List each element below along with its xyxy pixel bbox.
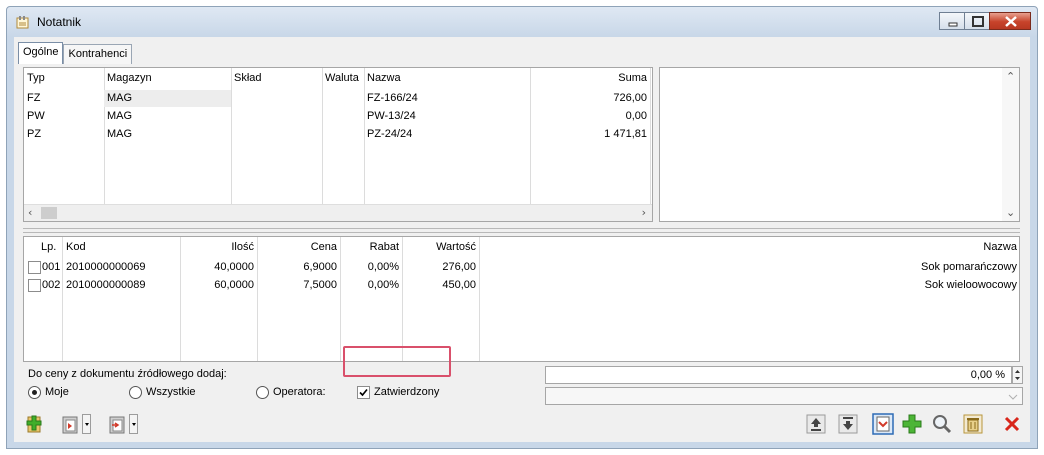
move-up-icon[interactable] xyxy=(806,414,826,434)
row-nazwa: FZ-166/24 xyxy=(367,92,418,104)
import-document-icon[interactable] xyxy=(107,414,127,434)
row-ilosc: 40,0000 xyxy=(214,261,254,273)
row-magazyn: MAG xyxy=(107,110,133,122)
import-dropdown-arrow[interactable] xyxy=(129,414,138,434)
row-nazwa: Sok pomarańczowy xyxy=(921,261,1017,273)
move-down-icon[interactable] xyxy=(838,414,858,434)
row-suma: 1 471,81 xyxy=(604,128,647,140)
scroll-up-icon[interactable]: ⌃ xyxy=(1006,70,1015,83)
radio-operatora-label[interactable]: Operatora: xyxy=(273,386,326,398)
close-icon xyxy=(1005,16,1017,27)
column-header-ilosc[interactable]: Ilość xyxy=(183,239,254,255)
row-nazwa: PZ-24/24 xyxy=(367,128,413,140)
row-rabat: 0,00% xyxy=(367,261,399,273)
row-kod: 2010000000089 xyxy=(66,279,146,291)
close-icon[interactable] xyxy=(1002,414,1022,434)
vertical-scrollbar[interactable]: ⌃ ⌄ xyxy=(1002,68,1019,221)
tab-bar: Ogólne Kontrahenci xyxy=(18,42,133,64)
row-typ: PZ xyxy=(27,128,42,140)
percent-spinner[interactable] xyxy=(1012,366,1023,384)
window-title: Notatnik xyxy=(37,15,82,29)
paste-dropdown-arrow[interactable] xyxy=(82,414,91,434)
radio-wszystkie-label[interactable]: Wszystkie xyxy=(146,386,196,398)
add-document-icon[interactable] xyxy=(24,414,44,434)
column-header-sklad[interactable]: Skład xyxy=(234,70,262,86)
radio-moje-label[interactable]: Moje xyxy=(45,386,69,398)
table-row[interactable]: 001 2010000000069 40,0000 6,9000 0,00% 2… xyxy=(24,259,1019,276)
table-row[interactable]: PZ MAG PZ-24/24 1 471,81 xyxy=(24,126,650,143)
row-typ: PW xyxy=(27,110,45,122)
operator-dropdown[interactable] xyxy=(545,387,1023,405)
scroll-right-icon[interactable]: › xyxy=(642,206,646,219)
scroll-left-icon[interactable]: ‹ xyxy=(28,206,32,219)
open-document-icon[interactable] xyxy=(872,413,894,435)
column-header-lp[interactable]: Lp. xyxy=(41,239,56,255)
row-magazyn: MAG xyxy=(107,128,133,140)
column-header-suma[interactable]: Suma xyxy=(533,70,647,86)
column-header-rabat[interactable]: Rabat xyxy=(343,239,399,255)
paste-document-icon[interactable] xyxy=(60,414,80,434)
maximize-button[interactable] xyxy=(964,12,990,30)
tab-ogolne[interactable]: Ogólne xyxy=(18,42,64,64)
column-header-wartosc[interactable]: Wartość xyxy=(405,239,476,255)
maximize-icon xyxy=(972,16,984,27)
row-rabat: 0,00% xyxy=(367,279,399,291)
column-header-cena[interactable]: Cena xyxy=(260,239,337,255)
percent-field[interactable]: 0,00 % xyxy=(545,366,1012,384)
spinner-arrows-icon xyxy=(1015,370,1020,380)
notes-pane[interactable]: ⌃ ⌄ xyxy=(659,67,1020,222)
zatwierdzony-label[interactable]: Zatwierdzony xyxy=(374,386,439,398)
table-row[interactable]: PW MAG PW-13/24 0,00 xyxy=(24,108,650,125)
row-nazwa: PW-13/24 xyxy=(367,110,416,122)
column-header-nazwa[interactable]: Nazwa xyxy=(482,239,1017,255)
column-header-nazwa[interactable]: Nazwa xyxy=(367,70,401,86)
radio-operatora[interactable] xyxy=(256,386,269,399)
table-row[interactable]: 002 2010000000089 60,0000 7,5000 0,00% 4… xyxy=(24,277,1019,294)
documents-list[interactable]: Typ Magazyn Skład Waluta Nazwa Suma FZ M… xyxy=(23,67,653,222)
checkmark-icon xyxy=(359,388,368,397)
minimize-button[interactable] xyxy=(939,12,965,30)
column-header-waluta[interactable]: Waluta xyxy=(325,70,359,86)
row-suma: 0,00 xyxy=(625,110,647,122)
options-heading: Do ceny z dokumentu źródłowego dodaj: xyxy=(28,368,227,380)
items-list[interactable]: Lp. Kod Ilość Cena Rabat Wartość Nazwa 0… xyxy=(23,236,1020,362)
radio-wszystkie[interactable] xyxy=(129,386,142,399)
row-suma: 726,00 xyxy=(613,92,647,104)
minimize-icon xyxy=(948,22,958,27)
column-header-kod[interactable]: Kod xyxy=(66,239,86,255)
horizontal-scrollbar[interactable]: ‹ › xyxy=(24,204,652,221)
column-header-magazyn[interactable]: Magazyn xyxy=(107,70,152,86)
row-lp: 001 xyxy=(42,261,61,273)
percent-value: 0,00 % xyxy=(970,369,1005,381)
column-header-typ[interactable]: Typ xyxy=(27,70,45,86)
row-wartosc: 450,00 xyxy=(442,279,476,291)
row-wartosc: 276,00 xyxy=(442,261,476,273)
row-magazyn: MAG xyxy=(107,92,133,104)
scroll-down-icon[interactable]: ⌄ xyxy=(1006,206,1015,219)
notebook-icon xyxy=(16,16,29,29)
row-typ: FZ xyxy=(27,92,41,104)
pane-splitter[interactable] xyxy=(23,228,1020,233)
zatwierdzony-checkbox[interactable] xyxy=(357,386,370,399)
add-item-icon[interactable] xyxy=(902,414,922,434)
table-row[interactable]: FZ MAG FZ-166/24 726,00 xyxy=(24,90,650,107)
highlight-frame xyxy=(343,346,451,377)
row-kod: 2010000000069 xyxy=(66,261,146,273)
row-lp: 002 xyxy=(42,279,61,291)
trash-icon[interactable] xyxy=(963,414,983,434)
row-ilosc: 60,0000 xyxy=(214,279,254,291)
title-bar[interactable]: Notatnik xyxy=(7,7,1037,37)
row-cena: 7,5000 xyxy=(303,279,337,291)
radio-moje[interactable] xyxy=(28,386,41,399)
search-icon[interactable] xyxy=(932,414,952,434)
row-select-checkbox[interactable] xyxy=(28,279,41,292)
chevron-down-icon xyxy=(1008,394,1018,400)
close-window-button[interactable] xyxy=(989,12,1031,30)
row-nazwa: Sok wieloowocowy xyxy=(924,279,1017,291)
row-cena: 6,9000 xyxy=(303,261,337,273)
row-select-checkbox[interactable] xyxy=(28,261,41,274)
scroll-thumb[interactable] xyxy=(41,207,57,219)
tab-kontrahenci[interactable]: Kontrahenci xyxy=(63,44,133,64)
